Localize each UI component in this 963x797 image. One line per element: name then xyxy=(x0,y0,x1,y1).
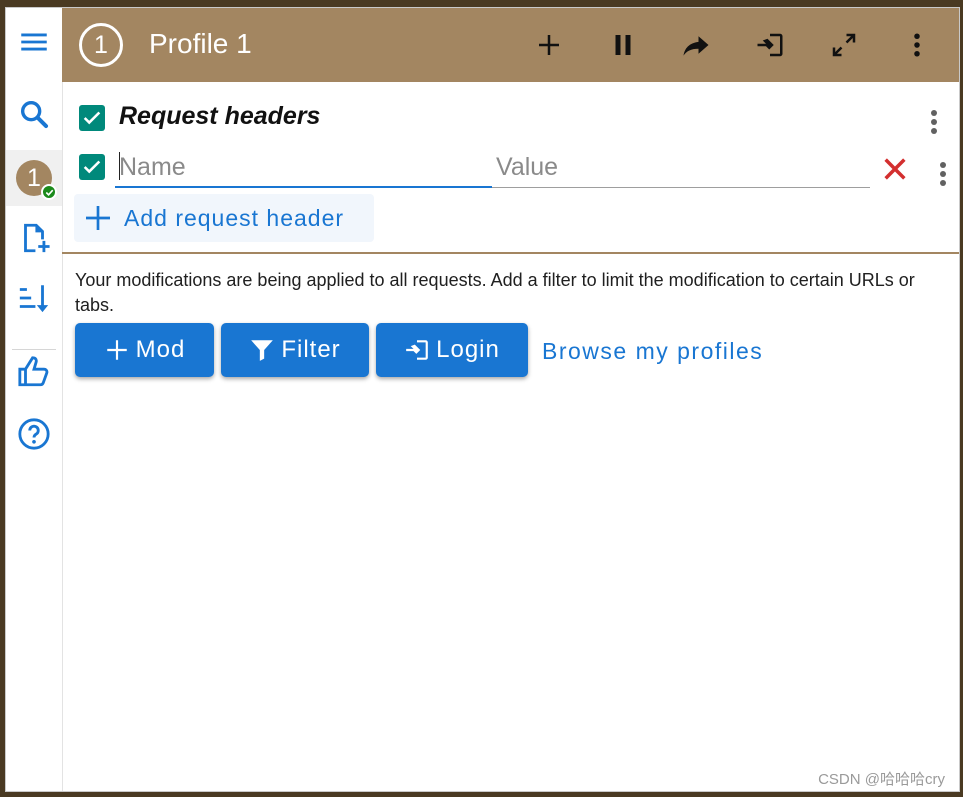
profile-avatar-number: 1 xyxy=(27,163,41,192)
header-row-checkbox[interactable] xyxy=(79,154,105,180)
section-title: Request headers xyxy=(119,102,321,130)
request-headers-section: Request headers Add request header xyxy=(62,82,959,254)
help-circle-icon xyxy=(18,418,50,450)
login-button[interactable]: Login xyxy=(376,323,528,377)
share-icon xyxy=(683,36,709,56)
search-icon xyxy=(20,100,49,129)
add-request-header-button[interactable]: Add request header xyxy=(74,194,374,242)
profile-number-circle: 1 xyxy=(79,23,123,67)
profile-avatar: 1 xyxy=(16,160,57,200)
browse-profiles-link[interactable]: Browse my profiles xyxy=(542,338,763,365)
check-icon xyxy=(83,160,101,174)
sidebar: 1 xyxy=(6,8,63,791)
plus-icon xyxy=(106,340,127,360)
plus-icon xyxy=(86,206,110,230)
hamburger-menu-icon xyxy=(21,33,47,51)
header-value-input[interactable] xyxy=(492,148,878,187)
like-button[interactable] xyxy=(6,344,62,400)
main-panel: 1 Profile 1 Request headers Name Value A… xyxy=(62,8,959,791)
profile-title[interactable]: Profile 1 xyxy=(149,28,252,60)
section-more-button[interactable] xyxy=(920,104,948,140)
expand-button[interactable] xyxy=(822,23,866,67)
sort-button[interactable] xyxy=(6,270,62,326)
sort-icon xyxy=(19,285,49,313)
more-vert-icon xyxy=(940,162,946,186)
check-icon xyxy=(83,111,101,125)
plus-icon xyxy=(539,35,559,55)
filter-button[interactable]: Filter xyxy=(221,323,369,377)
info-message: Your modifications are being applied to … xyxy=(75,270,915,315)
watermark: CSDN @哈哈哈cry xyxy=(818,771,945,788)
delete-header-button[interactable] xyxy=(878,152,912,186)
check-badge-icon xyxy=(41,184,57,200)
header-name-input[interactable] xyxy=(115,148,500,186)
pause-button[interactable] xyxy=(601,23,645,67)
login-icon xyxy=(757,33,783,57)
thumbs-up-icon xyxy=(18,356,49,387)
more-vert-icon xyxy=(931,110,937,134)
search-button[interactable] xyxy=(6,86,62,142)
close-icon xyxy=(884,158,906,180)
profile-number: 1 xyxy=(94,30,108,59)
add-request-header-label: Add request header xyxy=(124,204,345,231)
more-vert-icon xyxy=(914,33,920,57)
menu-button[interactable] xyxy=(6,14,62,70)
add-mod-button[interactable]: Mod xyxy=(75,323,214,377)
filter-icon xyxy=(251,340,274,361)
add-mod-label: Mod xyxy=(135,336,186,363)
header-name-field xyxy=(115,148,500,188)
expand-icon xyxy=(832,33,856,57)
add-button[interactable] xyxy=(527,23,571,67)
more-options-button[interactable] xyxy=(895,23,939,67)
profile-button[interactable]: 1 xyxy=(6,150,62,206)
share-button[interactable] xyxy=(674,23,718,67)
filter-label: Filter xyxy=(281,336,341,363)
login-icon xyxy=(406,340,428,360)
login-label: Login xyxy=(436,336,500,363)
extension-popup: 1 1 Profile 1 Request headers Name Value… xyxy=(5,7,960,792)
header-value-field xyxy=(492,148,878,188)
request-headers-checkbox[interactable] xyxy=(79,105,105,131)
add-file-button[interactable] xyxy=(6,210,62,266)
profile-header: 1 Profile 1 xyxy=(62,8,959,82)
login-toolbar-button[interactable] xyxy=(748,23,792,67)
help-button[interactable] xyxy=(6,406,62,462)
file-plus-icon xyxy=(24,223,50,253)
pause-icon xyxy=(615,35,631,55)
header-row-more-button[interactable] xyxy=(929,156,957,192)
